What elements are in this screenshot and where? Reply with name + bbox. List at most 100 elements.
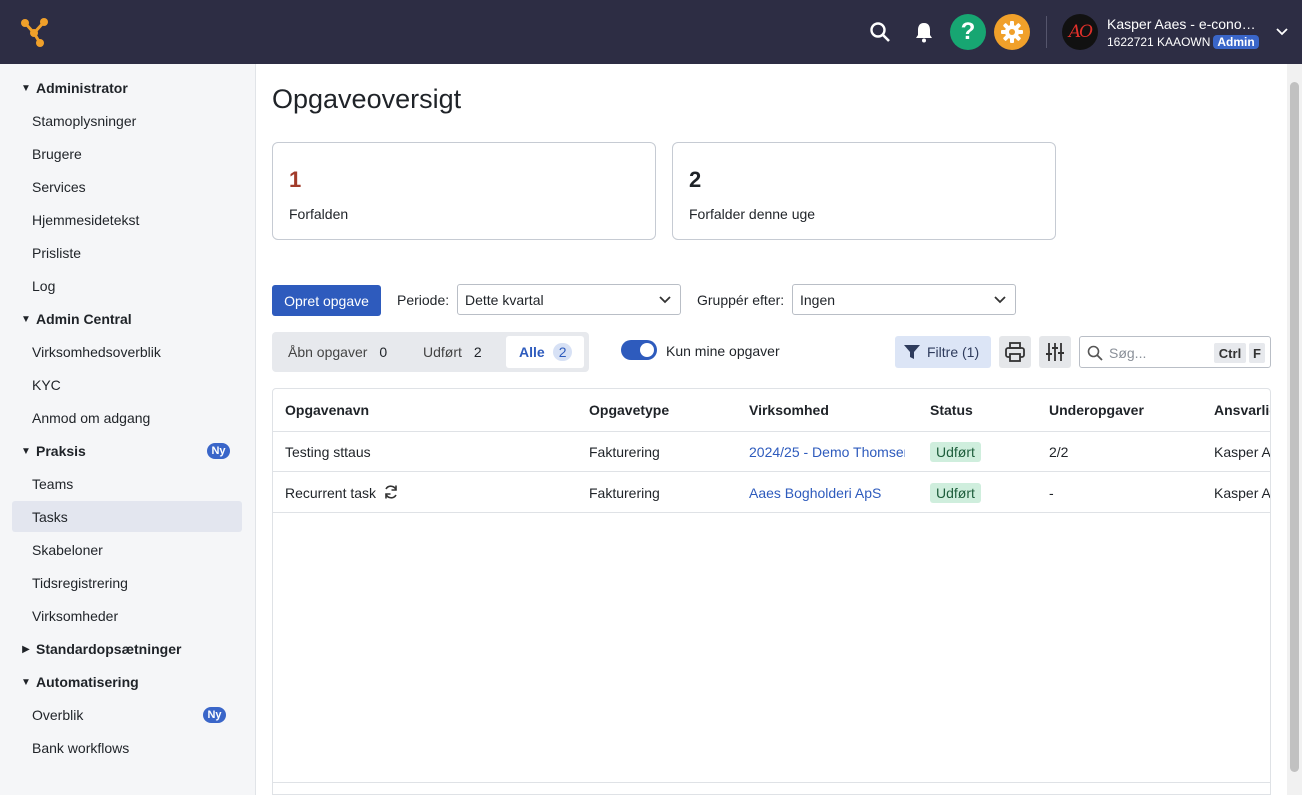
sidebar-item-teams[interactable]: Teams — [12, 468, 242, 499]
sidebar-item-bank-workflows[interactable]: Bank workflows — [12, 732, 242, 763]
tab-done[interactable]: Udført 2 — [423, 336, 482, 368]
company-link[interactable]: Aaes Bogholderi ApS — [749, 485, 905, 501]
period-select[interactable]: Dette kvartal — [457, 284, 681, 315]
sidebar-item-tasks[interactable]: Tasks — [12, 501, 242, 532]
sidebar-group-administrator[interactable]: ▼ Administrator — [20, 77, 128, 99]
sidebar-group-automatisering[interactable]: ▼ Automatisering — [20, 671, 139, 693]
sidebar-item-hjemmesidetekst[interactable]: Hjemmesidetekst — [12, 204, 242, 235]
column-header-task-type[interactable]: Opgavetype — [589, 402, 669, 418]
caret-down-icon: ▼ — [21, 313, 31, 325]
column-header-owner[interactable]: Ansvarlig — [1214, 402, 1270, 418]
avatar[interactable]: AO — [1062, 14, 1098, 50]
column-settings-button[interactable] — [1039, 336, 1071, 368]
stat-card-overdue[interactable]: 1 Forfalden — [272, 142, 656, 240]
task-name[interactable]: Testing sttaus — [285, 444, 371, 460]
toggle-knob — [640, 343, 654, 357]
sidebar-item-services[interactable]: Services — [12, 171, 242, 202]
recurring-icon — [385, 485, 397, 499]
task-type: Fakturering — [589, 485, 660, 501]
status-badge: Udført — [930, 483, 981, 503]
search-icon[interactable] — [862, 14, 898, 50]
company-link[interactable]: 2024/25 - Demo Thomsen — [749, 444, 905, 460]
sidebar-group-admin-central[interactable]: ▼ Admin Central — [20, 308, 132, 330]
row-divider — [273, 512, 1270, 513]
top-bar: ? AO Kasper Aaes - e-conomic 1622721 KAA… — [0, 0, 1302, 64]
group-label: Praksis — [36, 443, 86, 459]
table-footer-divider — [273, 782, 1270, 783]
sidebar-item-stamoplysninger[interactable]: Stamoplysninger — [12, 105, 242, 136]
print-button[interactable] — [999, 336, 1031, 368]
group-label: Admin Central — [36, 311, 132, 327]
sidebar-item-brugere[interactable]: Brugere — [12, 138, 242, 169]
scrollbar-thumb[interactable] — [1290, 82, 1299, 772]
group-by-select[interactable]: Ingen — [792, 284, 1016, 315]
app-logo-icon[interactable] — [18, 16, 50, 48]
filter-label: Filtre (1) — [927, 344, 980, 360]
column-header-status[interactable]: Status — [930, 402, 973, 418]
caret-right-icon: ▶ — [22, 643, 30, 655]
sidebar-item-tidsregistrering[interactable]: Tidsregistrering — [12, 567, 242, 598]
tasks-table: Opgavenavn Opgavetype Virksomhed Status … — [272, 388, 1271, 795]
only-my-tasks-label: Kun mine opgaver — [666, 343, 780, 359]
only-my-tasks-toggle[interactable] — [621, 340, 657, 360]
sidebar-item-virksomhedsoverblik[interactable]: Virksomhedsoverblik — [12, 336, 242, 367]
search-input[interactable]: Søg... Ctrl F — [1079, 336, 1271, 368]
tab-count: 0 — [379, 344, 388, 360]
status-badge: Udført — [930, 442, 981, 462]
page-scrollbar[interactable] — [1287, 64, 1302, 795]
kbd-f: F — [1249, 343, 1265, 363]
sidebar-item-kyc[interactable]: KYC — [12, 369, 242, 400]
filter-button[interactable]: Filtre (1) — [895, 336, 991, 368]
sidebar-item-prisliste[interactable]: Prisliste — [12, 237, 242, 268]
sidebar-group-standardopsaetninger[interactable]: ▶ Standardopsætninger — [20, 638, 181, 660]
chevron-down-icon — [659, 296, 671, 304]
create-task-button[interactable]: Opret opgave — [272, 285, 381, 316]
printer-icon — [1005, 342, 1025, 362]
settings-gear-icon[interactable] — [994, 14, 1030, 50]
caret-down-icon: ▼ — [21, 676, 31, 688]
group-label: Standardopsætninger — [36, 641, 182, 657]
admin-badge: Admin — [1213, 35, 1259, 49]
sidebar-item-virksomheder[interactable]: Virksomheder — [12, 600, 242, 631]
task-name[interactable]: Recurrent task — [285, 485, 376, 501]
sidebar-item-anmod-om-adgang[interactable]: Anmod om adgang — [12, 402, 242, 433]
stat-value: 2 — [689, 167, 702, 192]
period-value: Dette kvartal — [465, 291, 544, 308]
user-name[interactable]: Kasper Aaes - e-conomic — [1107, 16, 1257, 32]
subtasks-count: 2/2 — [1049, 444, 1069, 460]
tab-open-tasks[interactable]: Åbn opgaver 0 — [288, 336, 387, 368]
new-badge: Ny — [203, 707, 226, 723]
tab-count: 2 — [552, 343, 573, 361]
tab-all[interactable]: Alle 2 — [506, 336, 584, 368]
sliders-icon — [1046, 343, 1064, 361]
help-icon[interactable]: ? — [950, 14, 986, 50]
caret-down-icon: ▼ — [21, 445, 31, 457]
column-header-company[interactable]: Virksomhed — [749, 402, 829, 418]
user-account-id: 1622721 KAAOWN Admin — [1107, 35, 1259, 49]
header-divider — [273, 431, 1270, 432]
new-badge: Ny — [207, 443, 230, 459]
row-divider — [273, 471, 1270, 472]
group-label: Automatisering — [36, 674, 139, 690]
sidebar-item-skabeloner[interactable]: Skabeloner — [12, 534, 242, 565]
sidebar: ▼ Administrator Stamoplysninger Brugere S… — [0, 64, 256, 795]
owner-name: Kasper Aaes — [1214, 444, 1271, 460]
caret-down-icon: ▼ — [21, 82, 31, 94]
sidebar-item-log[interactable]: Log — [12, 270, 242, 301]
stat-card-due-this-week[interactable]: 2 Forfalder denne uge — [672, 142, 1056, 240]
chevron-down-icon[interactable] — [1275, 25, 1289, 39]
stat-label: Forfalden — [289, 206, 349, 222]
column-header-subtasks[interactable]: Underopgaver — [1049, 402, 1144, 418]
tab-count: 2 — [473, 344, 482, 360]
search-icon — [1087, 345, 1103, 361]
task-type: Fakturering — [589, 444, 660, 460]
tab-label: Åbn opgaver — [288, 344, 368, 360]
chevron-down-icon — [994, 296, 1006, 304]
group-by-label: Gruppér efter: — [697, 292, 785, 308]
subtasks-count: - — [1049, 485, 1054, 501]
bell-icon[interactable] — [906, 14, 942, 50]
sidebar-group-praksis[interactable]: ▼ Praksis — [20, 440, 86, 462]
group-by-value: Ingen — [800, 291, 836, 308]
owner-name: Kasper Aaes — [1214, 485, 1271, 501]
column-header-task-name[interactable]: Opgavenavn — [285, 402, 369, 418]
